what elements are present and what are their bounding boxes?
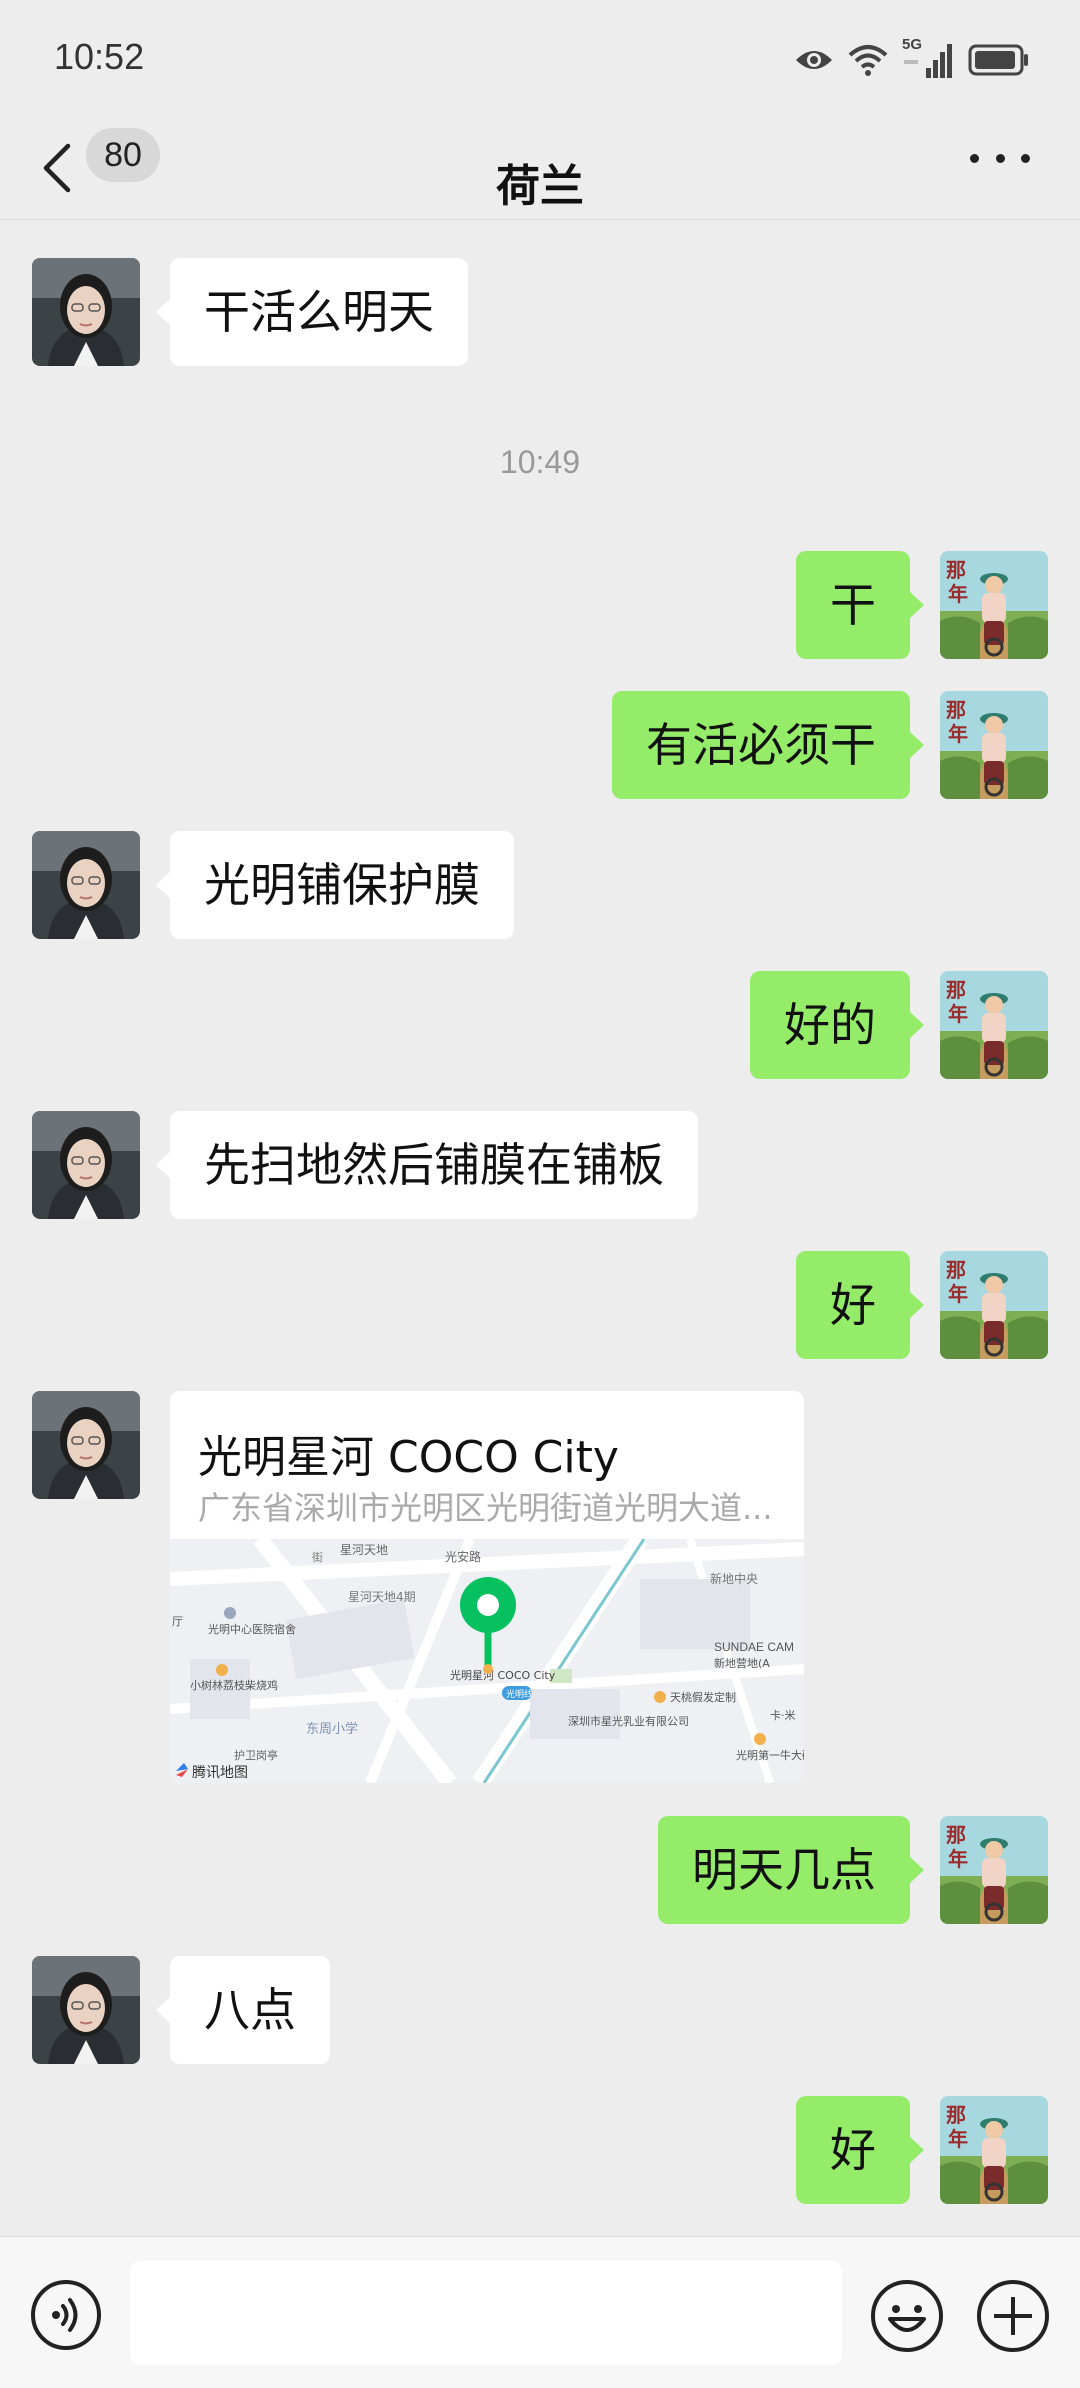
my-avatar[interactable] (940, 1816, 1048, 1924)
signal-icon: 5G (902, 36, 954, 80)
voice-icon (31, 2280, 101, 2350)
map-label: 天桃假发定制 (670, 1690, 736, 1704)
map-label: 光明星河 COCO City (450, 1668, 556, 1682)
map-label: 光明第一牛大碗店 (736, 1748, 804, 1762)
map-label: SUNDAE CAM (714, 1640, 794, 1654)
my-avatar[interactable] (940, 1251, 1048, 1359)
my-avatar[interactable] (940, 971, 1048, 1079)
emoji-button[interactable] (870, 2279, 944, 2353)
chat-title: 荷兰 (496, 161, 584, 212)
more-functions-button[interactable] (976, 2279, 1050, 2353)
location-message-card[interactable]: 光明星河 COCO City 广东省深圳市光明区光明街道光明大道... 光明线 … (170, 1391, 804, 1783)
contact-avatar[interactable] (32, 1391, 140, 1499)
message-bubble-incoming[interactable]: 干活么明天 (156, 258, 468, 366)
eye-icon (796, 51, 832, 69)
message-bubble-outgoing[interactable]: 好 (796, 2096, 924, 2204)
map-label: 东周小学 (306, 1721, 358, 1737)
map-label: 小树林荔枝柴烧鸡 (190, 1678, 278, 1692)
battery-icon (968, 44, 1028, 76)
map-label: 新地营地(A (714, 1656, 770, 1670)
plus-icon (977, 2280, 1049, 2352)
message-bubble-outgoing[interactable]: 明天几点 (658, 1816, 924, 1924)
map-label: 护卫岗亭 (234, 1748, 278, 1762)
message-bubble-outgoing[interactable]: 好 (796, 1251, 924, 1359)
map-label: 光明线 (506, 1688, 533, 1700)
map-label: 厅 (172, 1615, 183, 1628)
more-options-button[interactable] (970, 148, 1030, 168)
location-name: 光明星河 COCO City (198, 1432, 619, 1483)
map-provider-label: 腾讯地图 (192, 1764, 248, 1781)
more-dots-icon (970, 153, 979, 163)
contact-avatar[interactable] (32, 1111, 140, 1219)
chat-input-bar (0, 2236, 1080, 2388)
message-bubble-outgoing[interactable]: 好的 (750, 971, 924, 1079)
emoji-icon (871, 2280, 943, 2352)
message-bubble-incoming[interactable]: 先扫地然后铺膜在铺板 (156, 1111, 698, 1219)
status-icons: 5G (794, 36, 1030, 82)
wifi-icon (848, 45, 888, 76)
contact-avatar[interactable] (32, 1956, 140, 2064)
message-input[interactable] (130, 2261, 842, 2365)
my-avatar[interactable] (940, 2096, 1048, 2204)
message-bubble-incoming[interactable]: 八点 (156, 1956, 330, 2064)
location-map[interactable]: 光明线 星河天地 光安路 新地中央 星河天地4期 光明中心医院宿舍 小树林荔枝柴… (170, 1539, 804, 1783)
contact-avatar[interactable] (32, 831, 140, 939)
location-address: 广东省深圳市光明区光明街道光明大道... (198, 1489, 773, 1527)
my-avatar[interactable] (940, 551, 1048, 659)
my-avatar[interactable] (940, 691, 1048, 799)
map-label: 星河天地4期 (348, 1590, 416, 1604)
message-timestamp: 10:49 (499, 444, 581, 480)
map-label: 新地中央 (710, 1571, 758, 1586)
map-label: 深圳市星光乳业有限公司 (568, 1714, 689, 1728)
message-bubble-outgoing[interactable]: 干 (796, 551, 924, 659)
message-bubble-incoming[interactable]: 光明铺保护膜 (156, 831, 514, 939)
message-bubble-outgoing[interactable]: 有活必须干 (612, 691, 924, 799)
voice-input-button[interactable] (30, 2279, 102, 2351)
map-label: 光安路 (445, 1549, 481, 1564)
map-label: 卡·米 (770, 1709, 796, 1722)
status-time: 10:52 (54, 36, 145, 77)
map-label: 星河天地 (340, 1543, 388, 1557)
map-label: 街 (312, 1550, 323, 1564)
status-bar: 10:52 5G (0, 0, 1080, 118)
contact-avatar[interactable] (32, 258, 140, 366)
map-label: 光明中心医院宿舍 (208, 1622, 296, 1636)
